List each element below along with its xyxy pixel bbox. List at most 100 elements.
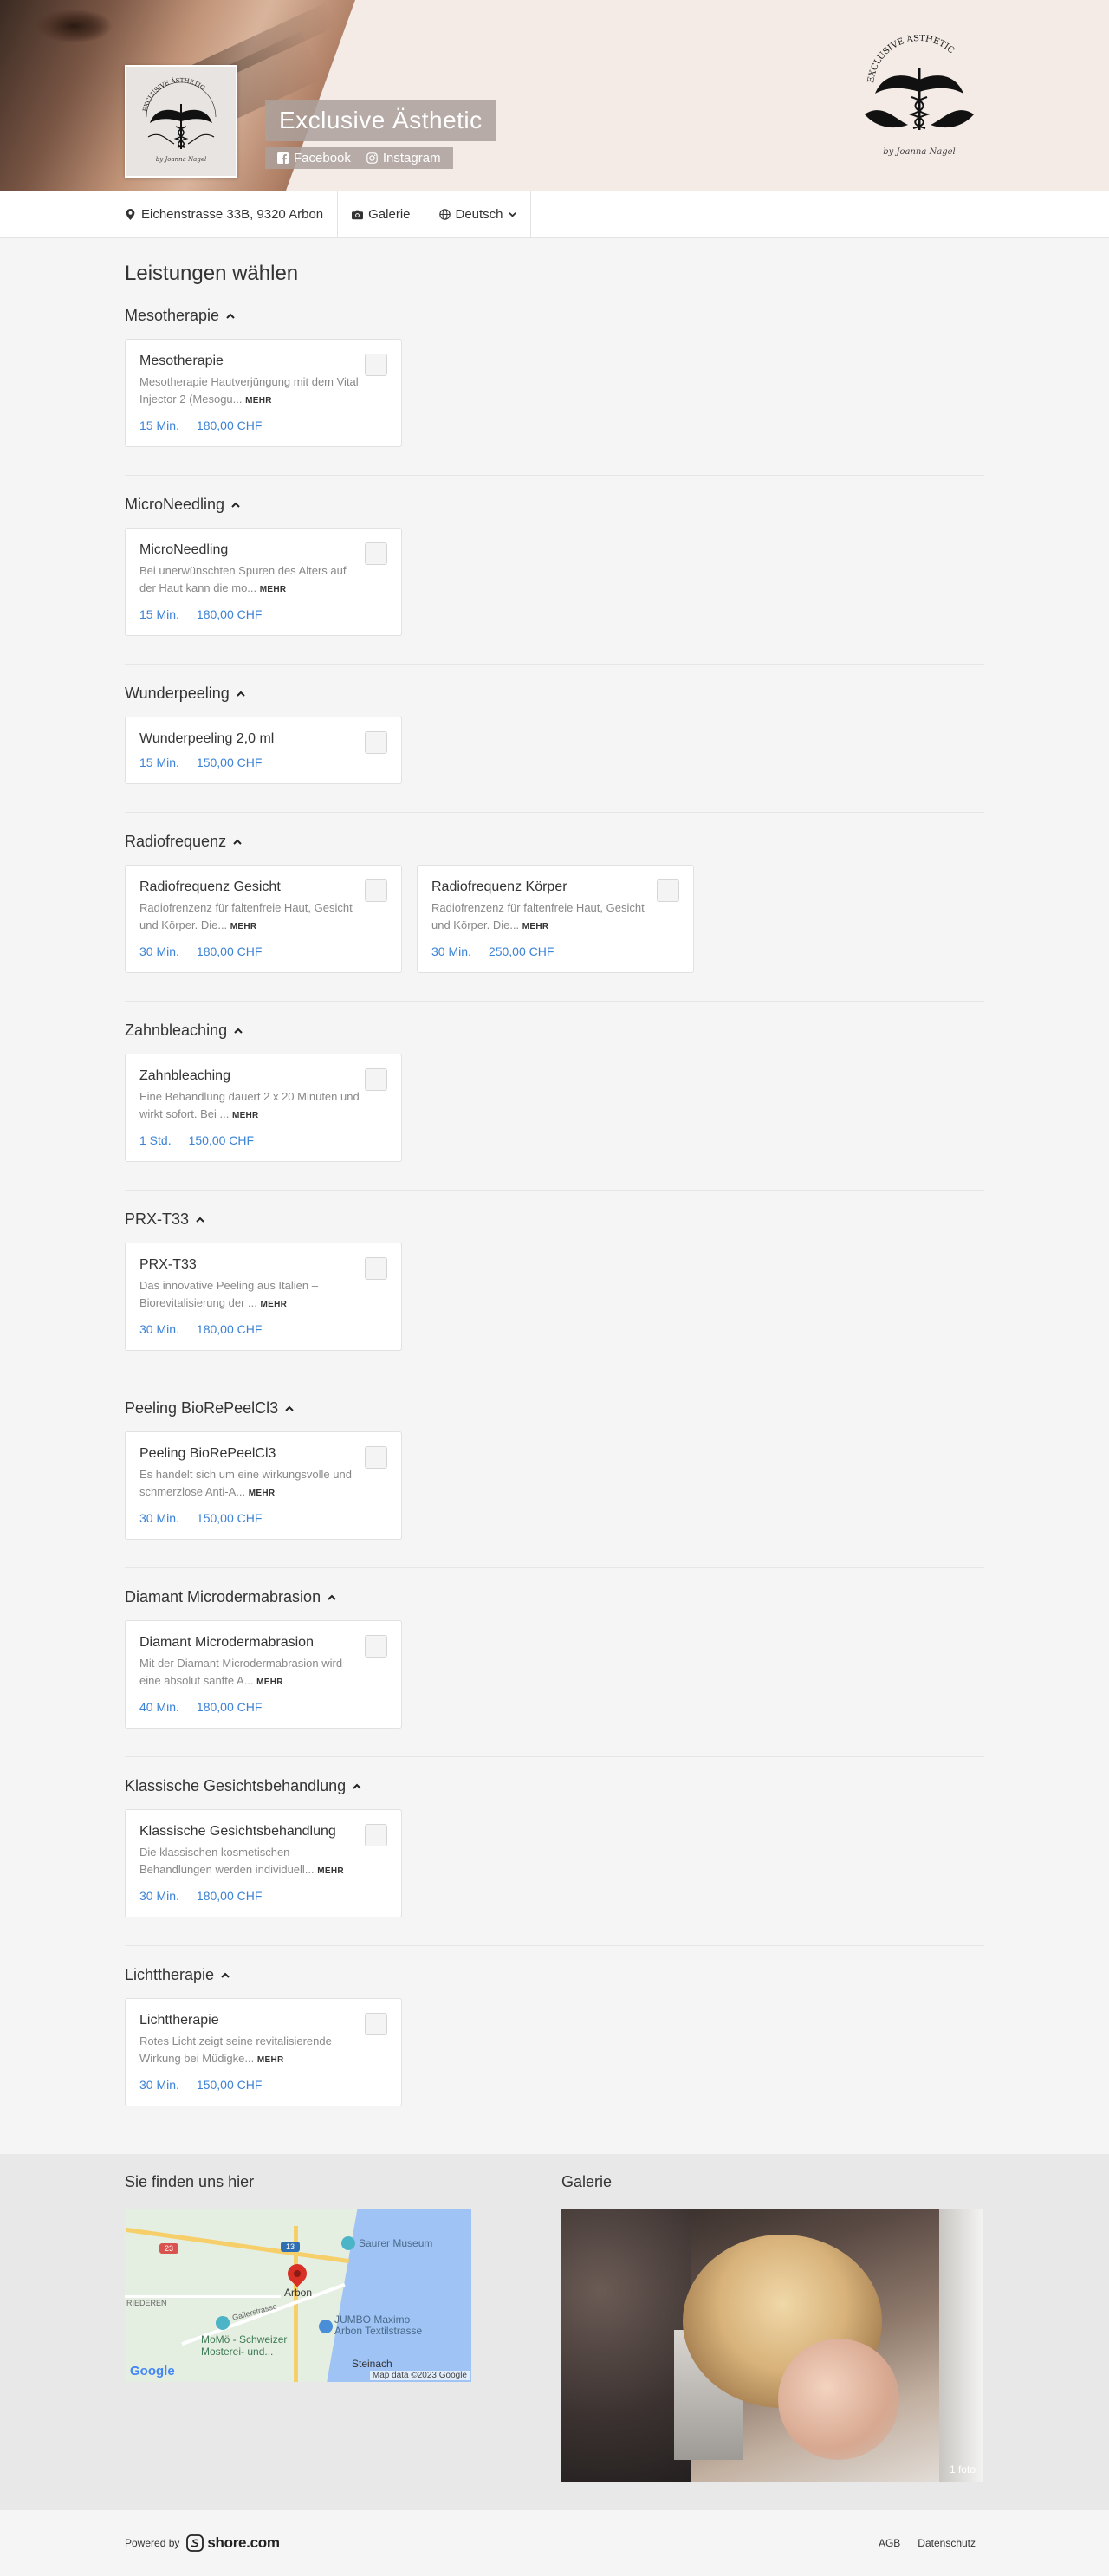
location-gallery-section: Sie finden uns hier 23 13 Saurer Museum … (0, 2154, 1109, 2510)
svg-text:by Joanna Nagel: by Joanna Nagel (883, 147, 955, 157)
more-link[interactable]: MEHR (232, 1111, 259, 1120)
service-card[interactable]: Mesotherapie Mesotherapie Hautverjüngung … (125, 339, 402, 447)
service-duration: 15 Min. (139, 607, 179, 621)
globe-icon (438, 208, 451, 220)
gallery-image[interactable]: 1 foto (561, 2209, 983, 2482)
service-category: Zahnbleaching Zahnbleaching Eine Behandlu… (125, 1022, 984, 1191)
service-name: Peeling BioRePeelCl3 (139, 1446, 276, 1461)
service-card[interactable]: Radiofrequenz Gesicht Radiofrenzenz für f… (125, 865, 402, 973)
service-select-checkbox[interactable] (365, 1824, 387, 1846)
service-select-checkbox[interactable] (365, 542, 387, 565)
service-price: 180,00 CHF (196, 944, 263, 958)
service-name: Diamant Microdermabrasion (139, 1635, 314, 1650)
map-label-momo: MoMö - Schweizer Mosterei- und... (201, 2333, 288, 2358)
service-card[interactable]: Klassische Gesichtsbehandlung Die klassis… (125, 1809, 402, 1917)
more-link[interactable]: MEHR (260, 1300, 287, 1309)
service-description: Bei unerwünschten Spuren des Alters auf … (139, 562, 387, 599)
category-title: Klassische Gesichtsbehandlung (125, 1777, 347, 1794)
service-name: MicroNeedling (139, 542, 229, 557)
category-toggle[interactable]: Wunderpeeling (125, 685, 984, 703)
service-duration: 40 Min. (139, 1700, 179, 1714)
service-name: Wunderpeeling 2,0 ml (139, 731, 275, 746)
service-select-checkbox[interactable] (365, 1068, 387, 1091)
category-title: MicroNeedling (125, 496, 225, 513)
service-card[interactable]: PRX-T33 Das innovative Peeling aus Italie… (125, 1243, 402, 1351)
service-card[interactable]: MicroNeedling Bei unerwünschten Spuren de… (125, 528, 402, 636)
more-link[interactable]: MEHR (256, 1677, 283, 1687)
service-select-checkbox[interactable] (365, 731, 387, 754)
more-link[interactable]: MEHR (260, 585, 287, 594)
service-description: Eine Behandlung dauert 2 x 20 Minuten un… (139, 1088, 387, 1125)
location-map[interactable]: 23 13 Saurer Museum Arbon RIEDEREN St. G… (125, 2209, 471, 2382)
category-toggle[interactable]: Lichttherapie (125, 1966, 984, 1984)
agb-link[interactable]: AGB (879, 2537, 900, 2549)
service-duration: 30 Min. (139, 1889, 179, 1903)
address-link[interactable]: Eichenstrasse 33B, 9320 Arbon (125, 191, 339, 237)
service-card[interactable]: Zahnbleaching Eine Behandlung dauert 2 x … (125, 1054, 402, 1162)
instagram-icon (366, 152, 378, 164)
service-description: Das innovative Peeling aus Italien – Bio… (139, 1277, 387, 1314)
service-category: Mesotherapie Mesotherapie Mesotherapie Ha… (125, 307, 984, 476)
service-card[interactable]: Peeling BioRePeelCl3 Es handelt sich um e… (125, 1431, 402, 1540)
service-price: 150,00 CHF (196, 1511, 263, 1525)
instagram-link[interactable]: Instagram (366, 151, 441, 165)
service-card-list: Lichttherapie Rotes Licht zeigt seine rev… (125, 1998, 984, 2106)
hero-header: EXCLUSIVE ÄSTHETIC by Joanna Nagel Exclu… (0, 0, 1109, 191)
service-category: Radiofrequenz Radiofrequenz Gesicht Radio… (125, 833, 984, 1002)
service-card-list: MicroNeedling Bei unerwünschten Spuren de… (125, 528, 984, 636)
shore-logo-link[interactable]: shore.com (186, 2534, 280, 2552)
privacy-link[interactable]: Datenschutz (918, 2537, 976, 2549)
social-links: Facebook Instagram (265, 147, 453, 169)
service-duration: 30 Min. (139, 1322, 179, 1336)
service-duration: 30 Min. (139, 1511, 179, 1525)
service-meta: 30 Min. 150,00 CHF (139, 1511, 387, 1525)
category-title: Diamant Microdermabrasion (125, 1588, 321, 1606)
category-toggle[interactable]: Diamant Microdermabrasion (125, 1588, 984, 1606)
service-description-text: Es handelt sich um eine wirkungsvolle un… (139, 1468, 352, 1498)
service-select-checkbox[interactable] (365, 1257, 387, 1280)
more-link[interactable]: MEHR (230, 922, 257, 931)
service-card-list: Zahnbleaching Eine Behandlung dauert 2 x … (125, 1054, 984, 1162)
category-toggle[interactable]: Mesotherapie (125, 307, 984, 325)
gallery-photo-count: 1 foto (949, 2463, 976, 2475)
service-card[interactable]: Diamant Microdermabrasion Mit der Diamant… (125, 1620, 402, 1729)
more-link[interactable]: MEHR (245, 396, 272, 406)
more-link[interactable]: MEHR (257, 2055, 284, 2065)
category-toggle[interactable]: Radiofrequenz (125, 833, 984, 851)
business-logo: EXCLUSIVE ÄSTHETIC by Joanna Nagel (125, 65, 237, 178)
category-toggle[interactable]: PRX-T33 (125, 1210, 984, 1229)
service-meta: 15 Min. 180,00 CHF (139, 607, 387, 621)
service-select-checkbox[interactable] (365, 2013, 387, 2035)
more-link[interactable]: MEHR (317, 1866, 344, 1876)
service-card[interactable]: Radiofrequenz Körper Radiofrenzenz für fa… (417, 865, 694, 973)
service-category: MicroNeedling MicroNeedling Bei unerwünsc… (125, 496, 984, 665)
more-link[interactable]: MEHR (522, 922, 549, 931)
facebook-label: Facebook (294, 151, 351, 165)
service-select-checkbox[interactable] (365, 354, 387, 376)
category-toggle[interactable]: Zahnbleaching (125, 1022, 984, 1040)
category-toggle[interactable]: Klassische Gesichtsbehandlung (125, 1777, 984, 1795)
service-select-checkbox[interactable] (657, 879, 679, 902)
service-price: 180,00 CHF (196, 419, 263, 432)
service-meta: 30 Min. 150,00 CHF (139, 2078, 387, 2092)
service-select-checkbox[interactable] (365, 1635, 387, 1658)
service-card-list: Radiofrequenz Gesicht Radiofrenzenz für f… (125, 865, 984, 973)
location-block: Sie finden uns hier 23 13 Saurer Museum … (125, 2173, 471, 2482)
service-name: Lichttherapie (139, 2013, 219, 2028)
service-category: Peeling BioRePeelCl3 Peeling BioRePeelCl… (125, 1399, 984, 1568)
service-select-checkbox[interactable] (365, 1446, 387, 1469)
gallery-link[interactable]: Galerie (338, 191, 425, 237)
service-select-checkbox[interactable] (365, 879, 387, 902)
facebook-link[interactable]: Facebook (277, 151, 351, 165)
service-card[interactable]: Wunderpeeling 2,0 ml 15 Min. 150,00 CHF (125, 717, 402, 784)
category-toggle[interactable]: Peeling BioRePeelCl3 (125, 1399, 984, 1418)
category-toggle[interactable]: MicroNeedling (125, 496, 984, 514)
service-description-text: Bei unerwünschten Spuren des Alters auf … (139, 564, 347, 594)
map-label-saurer: Saurer Museum (359, 2237, 433, 2249)
language-dropdown[interactable]: Deutsch (425, 191, 531, 237)
service-description: Radiofrenzenz für faltenfreie Haut, Gesi… (139, 899, 387, 936)
map-label-steinach: Steinach (352, 2358, 392, 2370)
service-card[interactable]: Lichttherapie Rotes Licht zeigt seine rev… (125, 1998, 402, 2106)
service-description: Die klassischen kosmetischen Behandlunge… (139, 1844, 387, 1880)
more-link[interactable]: MEHR (249, 1489, 276, 1498)
